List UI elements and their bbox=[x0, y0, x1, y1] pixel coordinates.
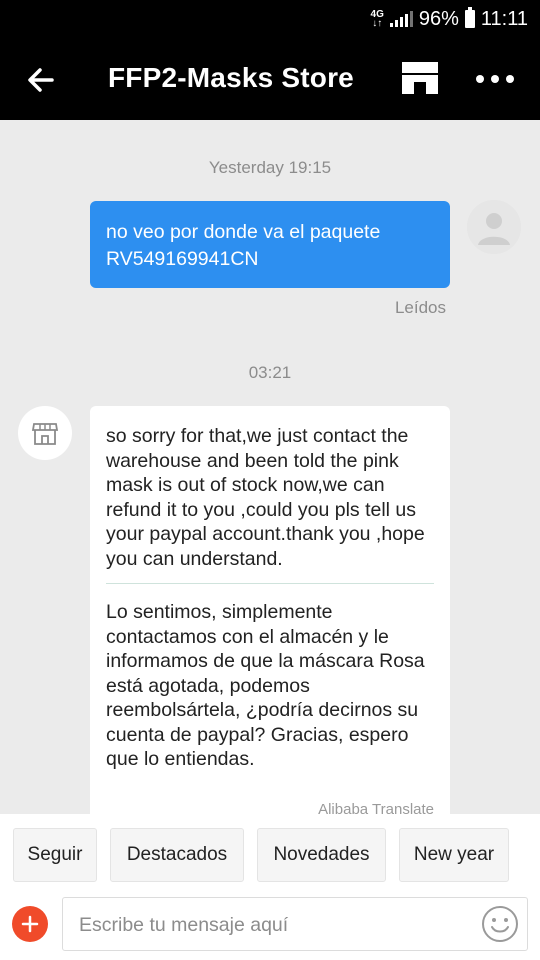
more-dot bbox=[491, 75, 499, 83]
add-button[interactable] bbox=[12, 906, 48, 942]
bottom-bar: Seguir Destacados Novedades New year bbox=[0, 814, 540, 960]
read-status: Leídos bbox=[394, 298, 446, 317]
store-avatar[interactable] bbox=[18, 406, 72, 460]
smiley-icon bbox=[482, 906, 518, 942]
network-type: 4G bbox=[370, 9, 384, 20]
more-dot bbox=[476, 75, 484, 83]
page-title: FFP2-Masks Store bbox=[108, 62, 354, 93]
app-header: FFP2-Masks Store bbox=[0, 38, 540, 120]
quick-action-new-year[interactable]: New year bbox=[399, 828, 509, 882]
status-bar: 4G ↓↑ 96% 11:11 bbox=[0, 0, 540, 38]
quick-action-new-arrivals[interactable]: Novedades bbox=[257, 828, 386, 882]
clock: 11:11 bbox=[480, 7, 528, 30]
message-text: no veo por donde va el paquete RV5491699… bbox=[106, 221, 381, 270]
chat-area[interactable]: Yesterday 19:15 no veo por donde va el p… bbox=[0, 120, 540, 814]
store-icon bbox=[31, 423, 59, 445]
network-indicator: 4G ↓↑ bbox=[370, 9, 384, 29]
emoji-button[interactable] bbox=[481, 905, 519, 943]
battery-icon bbox=[464, 7, 475, 28]
message-timestamp: 03:21 bbox=[248, 363, 292, 382]
signal-icon bbox=[389, 11, 413, 27]
quick-action-follow[interactable]: Seguir bbox=[13, 828, 97, 882]
arrow-left-icon bbox=[28, 68, 54, 92]
plus-icon bbox=[21, 915, 39, 933]
back-button[interactable] bbox=[22, 60, 62, 100]
incoming-message-bubble[interactable]: so sorry for that,we just contact the wa… bbox=[90, 406, 450, 814]
message-input[interactable] bbox=[77, 898, 471, 952]
message-timestamp: Yesterday 19:15 bbox=[208, 158, 332, 177]
store-icon bbox=[402, 62, 438, 94]
translation-source: Alibaba Translate bbox=[318, 801, 434, 814]
battery-percent: 96% bbox=[418, 7, 459, 30]
outgoing-message-bubble[interactable]: no veo por donde va el paquete RV5491699… bbox=[90, 201, 450, 288]
message-input-box[interactable] bbox=[62, 897, 528, 952]
more-button[interactable] bbox=[476, 66, 522, 92]
user-avatar[interactable] bbox=[467, 200, 521, 254]
person-icon bbox=[467, 200, 521, 254]
message-translation: Lo sentimos, simplemente contactamos con… bbox=[106, 601, 425, 770]
message-text: so sorry for that,we just contact the wa… bbox=[106, 425, 425, 570]
quick-action-featured[interactable]: Destacados bbox=[110, 828, 244, 882]
store-button[interactable] bbox=[398, 58, 442, 98]
translation-divider bbox=[106, 583, 434, 584]
more-dot bbox=[506, 75, 514, 83]
